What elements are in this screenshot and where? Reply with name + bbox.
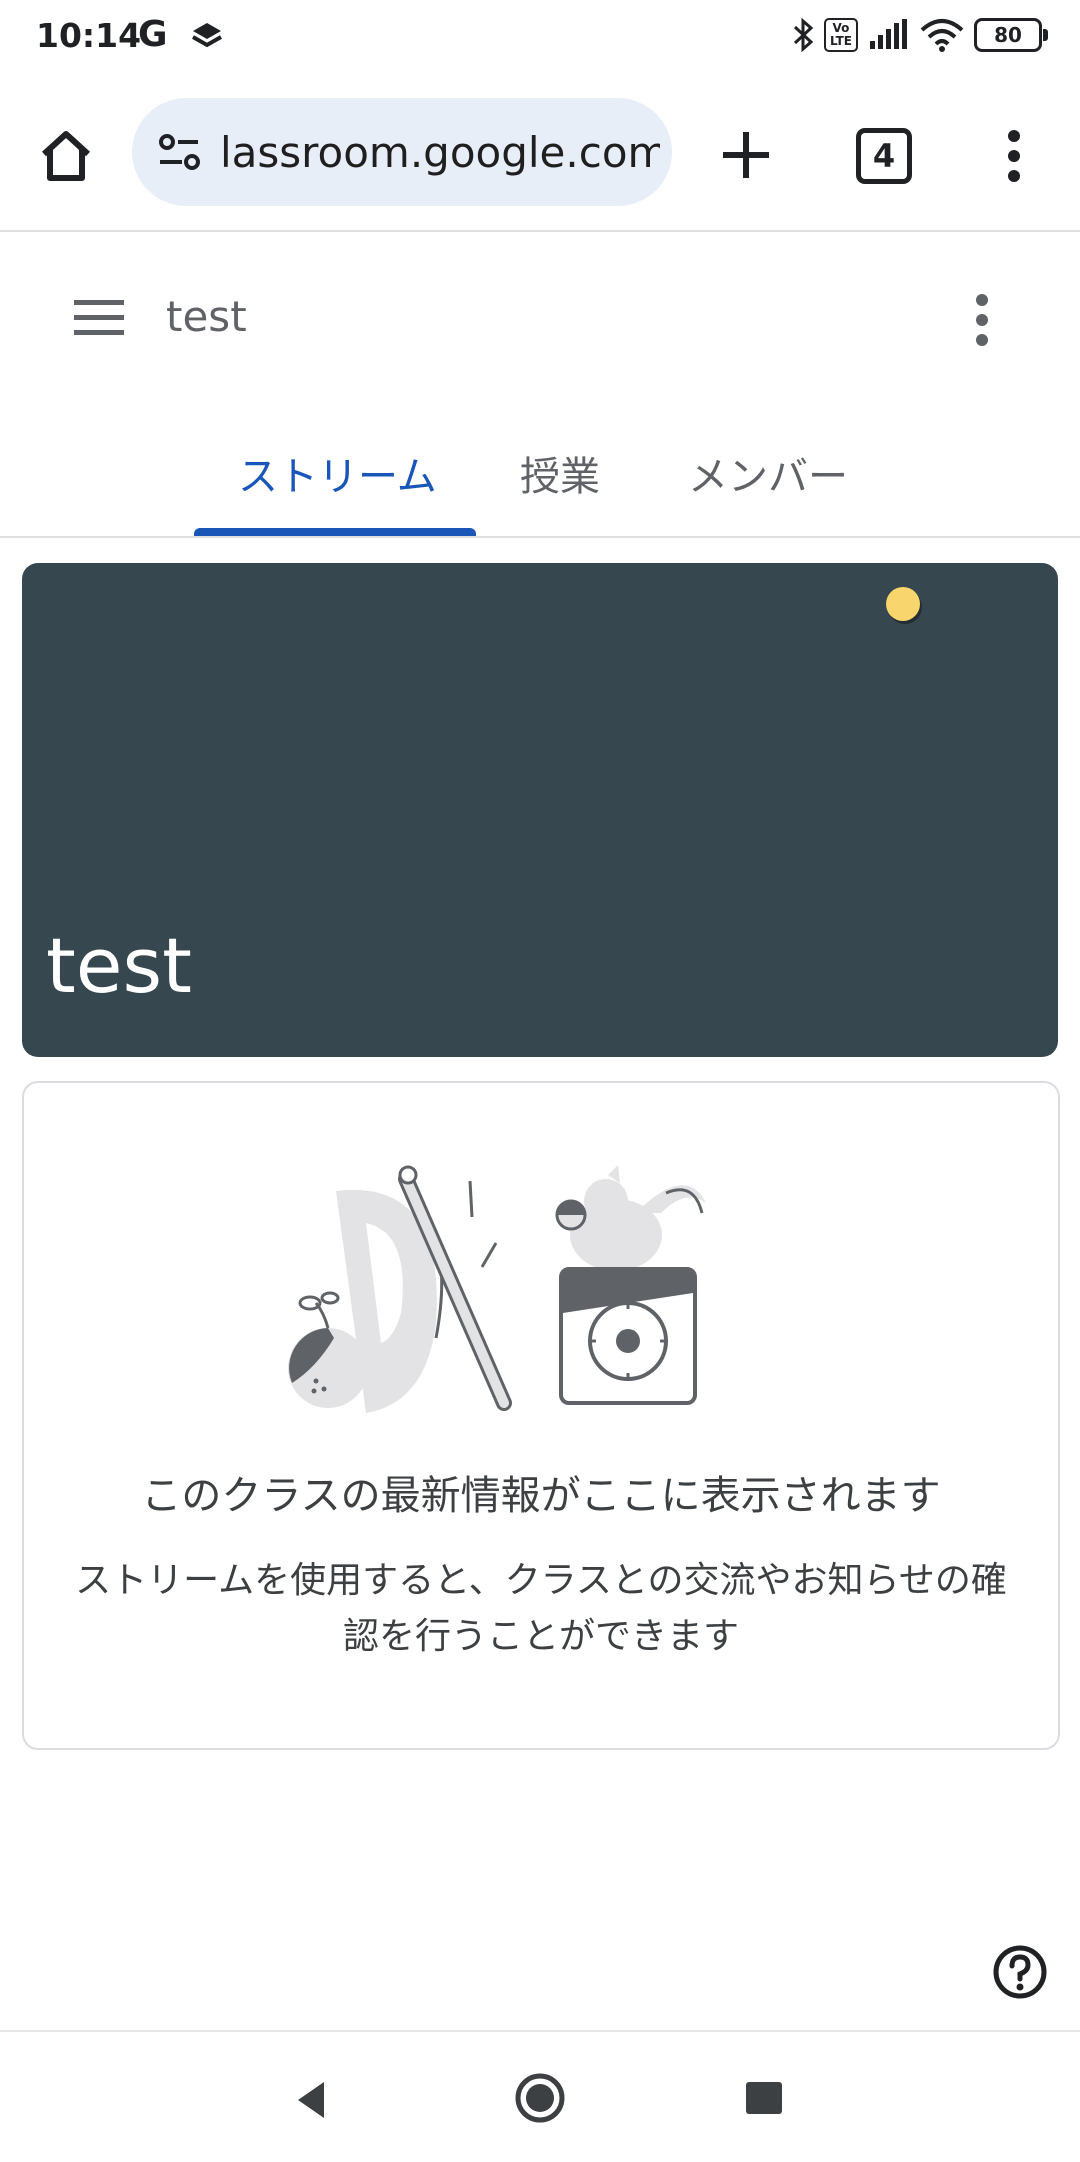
wifi-icon — [920, 19, 964, 52]
home-nav-icon[interactable] — [514, 2072, 566, 2124]
volte-icon: Vo LTE — [823, 18, 858, 52]
banner-title[interactable]: test — [46, 921, 192, 1010]
browser-toolbar: lassroom.google.com 4 — [0, 78, 1080, 232]
plus-icon[interactable] — [718, 122, 774, 186]
url-text[interactable]: lassroom.google.com — [220, 128, 660, 177]
tab-stream[interactable]: ストリーム — [238, 444, 437, 502]
active-tab-indicator — [194, 528, 476, 536]
help-icon[interactable] — [992, 1944, 1048, 2000]
class-name: test — [166, 292, 247, 341]
google-icon: G — [138, 14, 168, 55]
status-bar: 10:14 G Vo LTE 80 — [0, 0, 1080, 78]
empty-stream-card: このクラスの最新情報がここに表示されます ストリームを使用すると、クラスとの交流… — [22, 1081, 1060, 1750]
tab-people[interactable]: メンバー — [688, 444, 848, 502]
battery-icon: 80 — [974, 18, 1048, 52]
class-more-icon[interactable] — [966, 292, 998, 348]
empty-state-description: ストリームを使用すると、クラスとの交流やお知らせの確認を行うことができます — [75, 1560, 1007, 1657]
hamburger-menu-icon[interactable] — [72, 296, 126, 340]
empty-state-title: このクラスの最新情報がここに表示されます — [141, 1473, 941, 1519]
class-banner: test — [22, 563, 1058, 1057]
stream-illustration — [288, 1165, 706, 1413]
address-bar[interactable]: lassroom.google.com — [132, 98, 672, 206]
tab-classwork[interactable]: 授業 — [520, 444, 600, 502]
tab-switcher-icon[interactable]: 4 — [856, 128, 912, 184]
status-icons: Vo LTE 80 — [792, 18, 1048, 52]
banner-dot — [886, 587, 920, 621]
signal-icon — [870, 19, 907, 49]
tabs-divider — [0, 536, 1080, 538]
more-vert-icon[interactable] — [994, 124, 1034, 188]
status-time: 10:14 — [36, 16, 142, 55]
home-icon[interactable] — [34, 124, 98, 188]
recents-icon[interactable] — [746, 2082, 782, 2114]
layers-icon — [192, 23, 222, 48]
system-nav-bar — [0, 2030, 1080, 2162]
bluetooth-icon — [793, 18, 814, 52]
back-icon[interactable] — [294, 2080, 328, 2120]
site-settings-icon[interactable] — [154, 126, 206, 178]
